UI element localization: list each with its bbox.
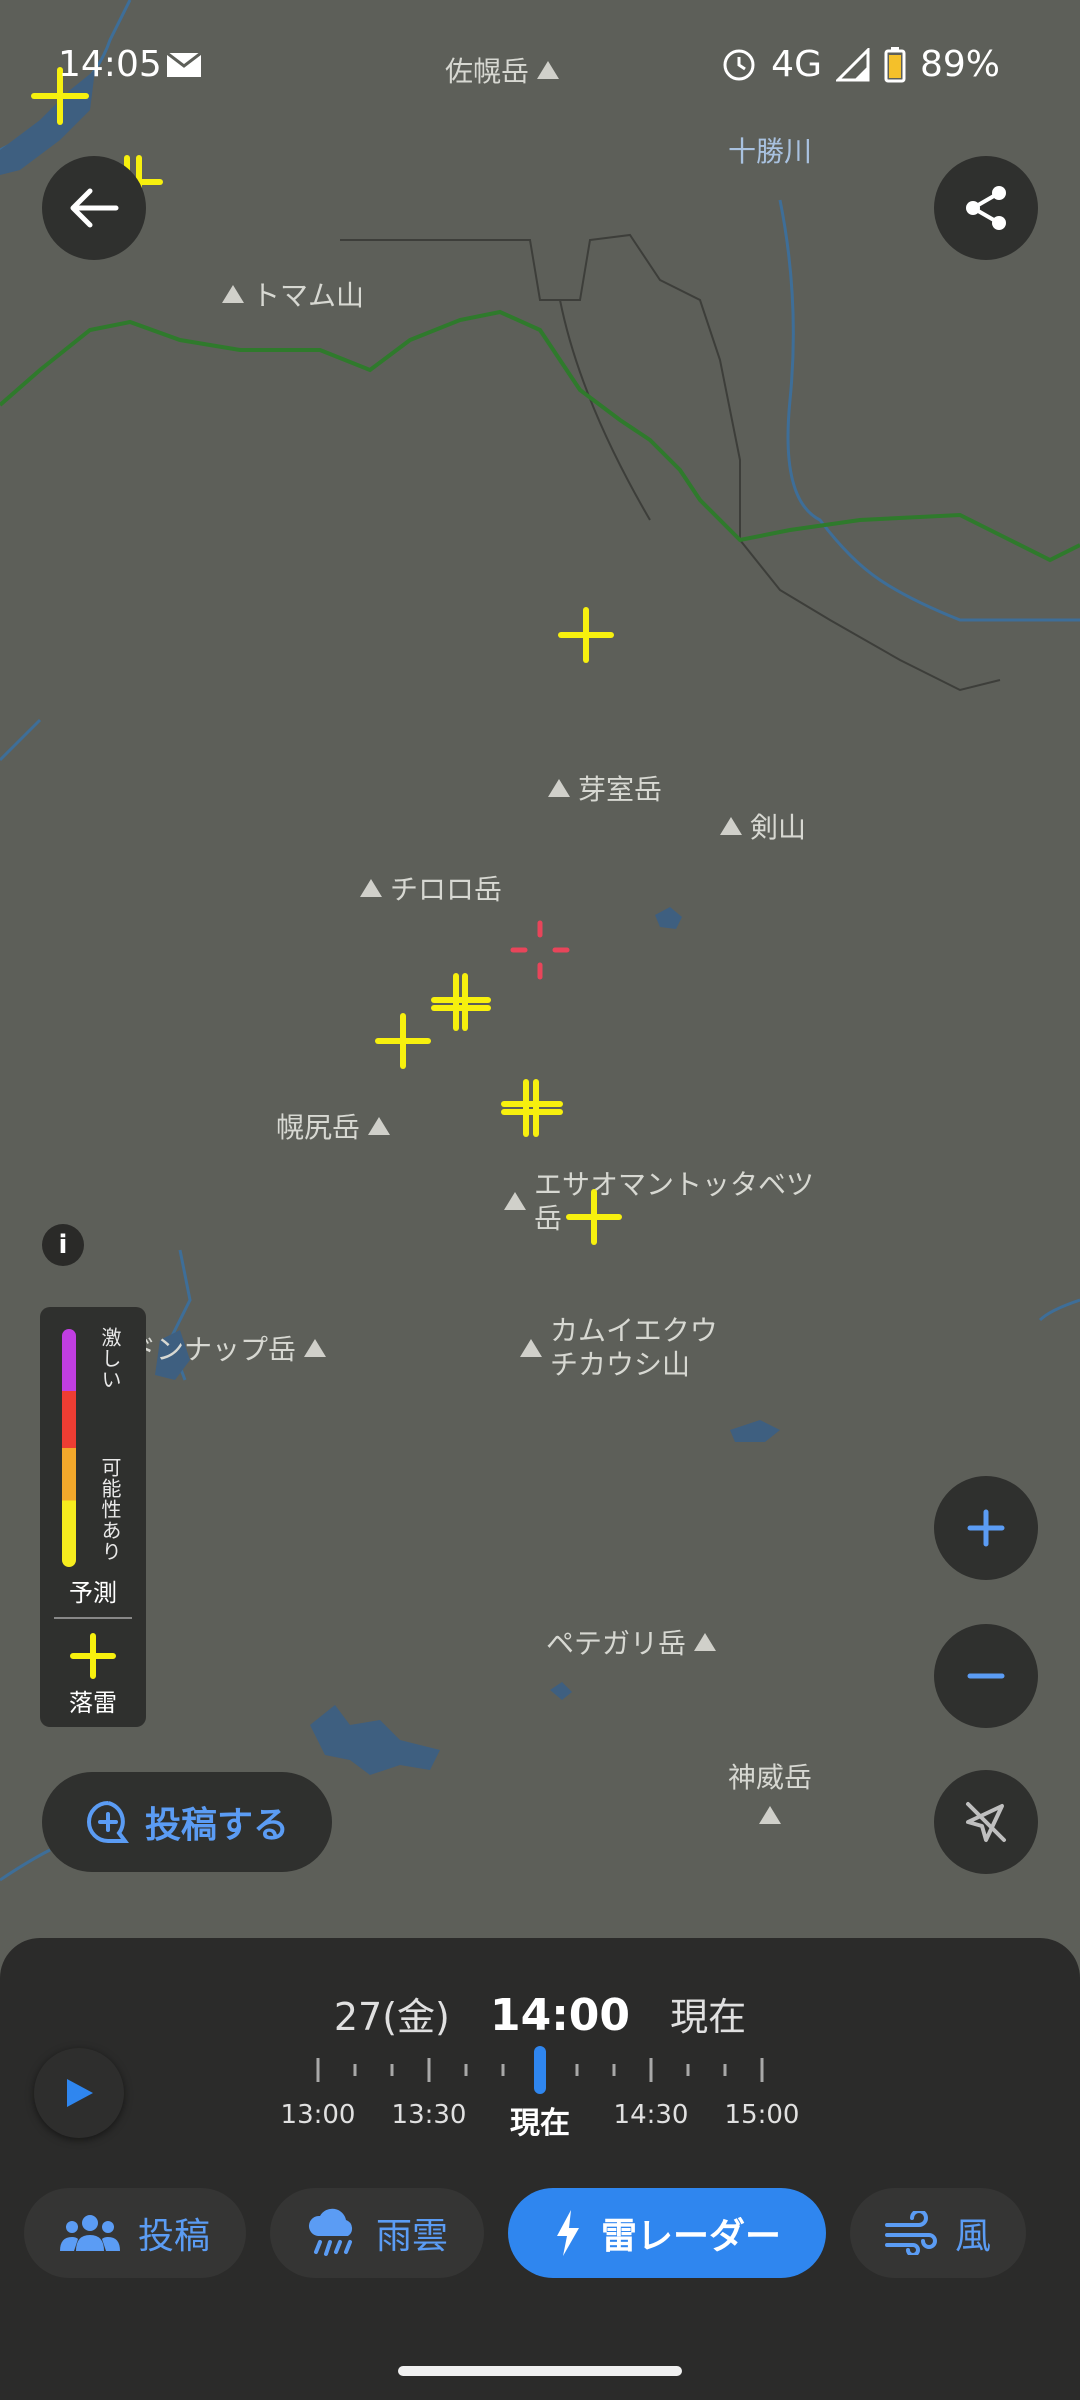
tab-lightning-radar[interactable]: 雷レーダー — [508, 2188, 826, 2278]
status-bar: 14:05 4G 89% — [0, 0, 1080, 130]
timeline-date: 27(金) — [333, 1995, 450, 2039]
tab-posts-label: 投稿 — [137, 2216, 210, 2257]
home-indicator[interactable] — [398, 2366, 682, 2376]
share-button[interactable] — [934, 156, 1038, 260]
minus-icon — [967, 1673, 1005, 1679]
timeline-tick-label: 13:00 — [280, 2100, 356, 2130]
timeline-now-label: 現在 — [670, 1995, 747, 2039]
legend-intense-label: 激しい — [98, 1327, 122, 1390]
legend-strike-label: 落雷 — [69, 1689, 117, 1717]
mountain-icon — [304, 1339, 327, 1357]
signal-icon — [835, 47, 870, 81]
add-comment-icon — [87, 1801, 129, 1843]
location-button[interactable] — [934, 1770, 1038, 1874]
timeline-tick-label-now: 現在 — [510, 2106, 570, 2141]
place-label-donnappudake: ドンナップ岳 — [128, 1328, 327, 1368]
tab-rain-clouds[interactable]: 雨雲 — [270, 2188, 484, 2278]
place-label-tokachigawa: 十勝川 — [728, 135, 813, 168]
place-label-memurodake: 芽室岳 — [548, 768, 662, 808]
battery-level: 89% — [919, 44, 1000, 85]
back-button[interactable] — [42, 156, 146, 260]
legend-color-bar — [62, 1329, 76, 1567]
post-button[interactable]: 投稿する — [42, 1772, 332, 1872]
mountain-icon — [694, 1633, 717, 1651]
group-icon — [59, 2215, 120, 2251]
mountain-icon — [360, 879, 382, 897]
tab-rain-clouds-label: 雨雲 — [375, 2216, 448, 2257]
current-time-display: 27(金) 14:00 現在 — [0, 1986, 1080, 2041]
zoom-in-button[interactable] — [934, 1476, 1038, 1580]
mountain-icon — [759, 1806, 781, 1824]
mountain-icon — [520, 1339, 542, 1357]
lightning-bolt-icon — [556, 2210, 579, 2256]
place-label-tsurugisan: 剣山 — [720, 806, 806, 846]
rain-cloud-icon — [308, 2208, 353, 2256]
network-type: 4G — [771, 44, 822, 85]
location-off-icon — [966, 1802, 1006, 1842]
place-label-kamuidake: 神威岳 — [728, 1756, 812, 1824]
info-button[interactable]: i — [42, 1224, 84, 1266]
timeline-tick-label: 13:30 — [391, 2100, 467, 2130]
post-button-label: 投稿する — [144, 1805, 289, 1846]
timeline-handle[interactable] — [534, 2046, 546, 2094]
mountain-icon — [222, 285, 244, 303]
place-label-petegaridake: ペテガリ岳 — [546, 1622, 717, 1662]
place-label-poroshiridake: 幌尻岳 — [276, 1106, 391, 1146]
place-label-kamuiekuuchikaushi: カムイエクウ チカウシ山 — [520, 1314, 718, 1382]
battery-icon — [884, 46, 906, 82]
place-label-chirorodake: チロロ岳 — [360, 868, 502, 908]
lightning-legend: 激しい 可能性あり 予測 落雷 — [40, 1307, 146, 1727]
mail-icon — [166, 52, 202, 77]
legend-divider — [54, 1617, 132, 1619]
status-time: 14:05 — [58, 44, 162, 85]
wind-icon — [884, 2211, 937, 2255]
lightning-strike-icon — [70, 1633, 116, 1679]
mountain-icon — [720, 817, 742, 835]
timeline-tick-label: 14:30 — [613, 2100, 689, 2130]
place-label-tomamuyama: トマム山 — [222, 274, 364, 314]
tab-lightning-radar-label: 雷レーダー — [600, 2216, 781, 2257]
tab-wind-label: 風 — [954, 2216, 991, 2257]
timeline-time: 14:00 — [489, 1990, 631, 2041]
mountain-icon — [548, 779, 570, 797]
status-right: 4G 89% — [721, 44, 1000, 85]
legend-forecast-label: 予測 — [69, 1579, 117, 1607]
mountain-icon — [368, 1117, 391, 1135]
tab-posts[interactable]: 投稿 — [24, 2188, 246, 2278]
share-icon — [966, 186, 1006, 230]
arrow-left-icon — [70, 188, 119, 228]
alarm-icon — [723, 49, 755, 80]
place-label-esaomantottabetsu: エサオマントッタベツ 岳 — [504, 1168, 814, 1236]
timeline-tick-label: 15:00 — [724, 2100, 800, 2130]
legend-possible-label: 可能性あり — [98, 1457, 122, 1562]
plus-icon — [967, 1509, 1005, 1547]
tab-wind[interactable]: 風 — [850, 2188, 1026, 2278]
zoom-out-button[interactable] — [934, 1624, 1038, 1728]
mountain-icon — [504, 1192, 526, 1210]
